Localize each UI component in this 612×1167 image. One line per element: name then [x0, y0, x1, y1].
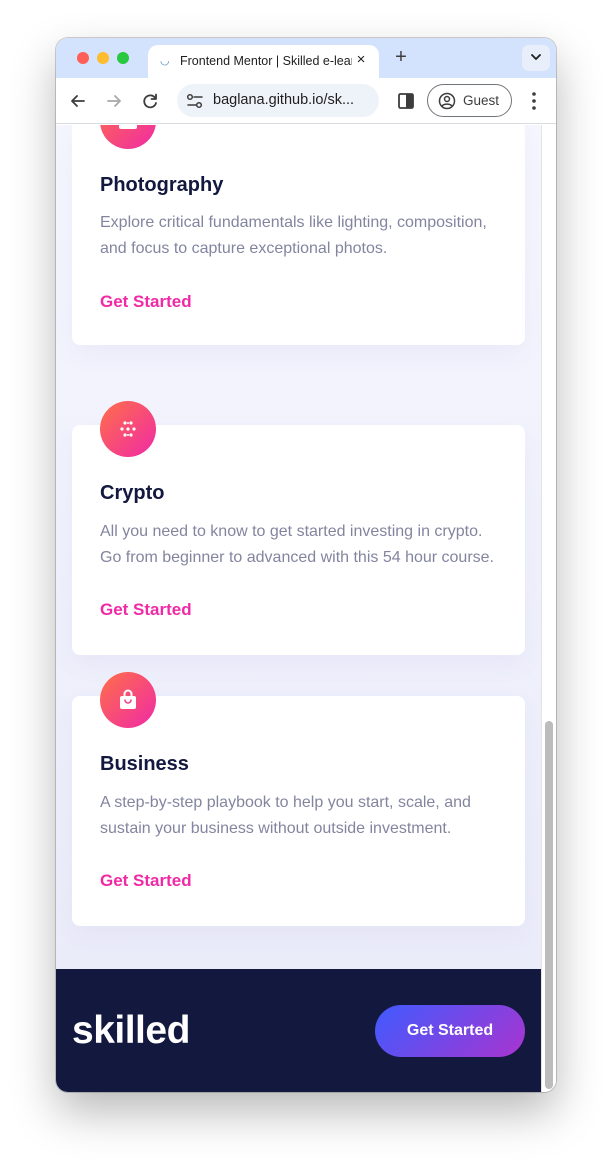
- get-started-link[interactable]: Get Started: [100, 600, 192, 620]
- chevron-down-icon: [531, 54, 541, 61]
- page-viewport[interactable]: Photography Explore critical fundamental…: [56, 125, 556, 1092]
- browser-window: ◡ Frontend Mentor | Skilled e-learning l…: [56, 38, 556, 1092]
- card-icon-badge: [100, 672, 156, 728]
- maximize-window-button[interactable]: [117, 52, 129, 64]
- site-settings-icon[interactable]: [186, 93, 204, 109]
- side-panel-icon[interactable]: [396, 91, 416, 111]
- course-card-crypto: Crypto All you need to know to get start…: [72, 401, 525, 655]
- close-window-button[interactable]: [77, 52, 89, 64]
- footer-get-started-button[interactable]: Get Started: [375, 1005, 525, 1057]
- crypto-icon: [120, 421, 136, 437]
- get-started-link[interactable]: Get Started: [100, 292, 192, 312]
- card-icon-badge: [100, 401, 156, 457]
- forward-arrow-icon[interactable]: [103, 90, 125, 112]
- frontend-mentor-favicon-icon: ◡: [160, 55, 170, 67]
- scrollbar-thumb[interactable]: [545, 721, 553, 1089]
- card-description: Explore critical fundamentals like light…: [100, 214, 487, 257]
- card-title: Business: [100, 753, 189, 775]
- new-tab-button[interactable]: +: [390, 46, 412, 68]
- card-title: Photography: [100, 174, 224, 196]
- back-arrow-icon[interactable]: [67, 90, 89, 112]
- card-description: All you need to know to get started inve…: [100, 523, 494, 566]
- tab-title: Frontend Mentor | Skilled e-learning lan…: [180, 54, 352, 68]
- profile-button[interactable]: Guest: [427, 84, 512, 117]
- card-description: A step-by-step playbook to help you star…: [100, 794, 471, 837]
- browser-tab[interactable]: ◡ Frontend Mentor | Skilled e-learning l…: [148, 45, 379, 78]
- tab-search-button[interactable]: [522, 45, 550, 71]
- card-icon-badge: [100, 125, 156, 149]
- course-card-photography: Photography Explore critical fundamental…: [72, 125, 525, 345]
- page-scrollbar[interactable]: [541, 125, 556, 1092]
- shopping-bag-icon: [120, 689, 136, 709]
- skilled-logo[interactable]: skilled: [72, 1009, 190, 1053]
- camera-icon: [119, 125, 137, 129]
- profile-avatar-icon: [438, 92, 456, 110]
- tab-bar: ◡ Frontend Mentor | Skilled e-learning l…: [56, 38, 556, 78]
- reload-icon[interactable]: [139, 90, 161, 112]
- profile-label: Guest: [463, 93, 500, 108]
- course-card-business: Business A step-by-step playbook to help…: [72, 672, 525, 926]
- more-menu-icon[interactable]: [526, 90, 542, 112]
- tab-close-icon[interactable]: ×: [352, 51, 370, 69]
- minimize-window-button[interactable]: [97, 52, 109, 64]
- card-title: Crypto: [100, 482, 165, 504]
- site-footer: skilled Get Started: [56, 969, 541, 1092]
- get-started-link[interactable]: Get Started: [100, 871, 192, 891]
- browser-toolbar: baglana.github.io/sk... Guest: [56, 78, 556, 124]
- address-bar[interactable]: baglana.github.io/sk...: [177, 84, 379, 117]
- url-text: baglana.github.io/sk...: [213, 92, 355, 108]
